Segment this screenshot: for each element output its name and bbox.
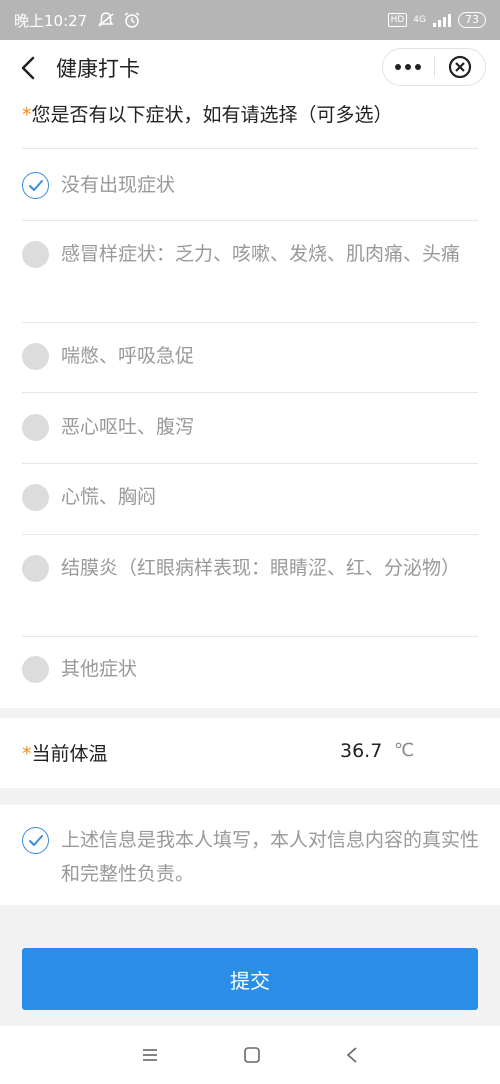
- signal-icon: [433, 14, 451, 27]
- option-conjunctivitis[interactable]: 结膜炎（红眼病样表现：眼睛涩、红、分泌物）: [0, 555, 500, 584]
- option-nausea[interactable]: 恶心呕吐、腹泻: [0, 414, 500, 443]
- more-button[interactable]: [383, 49, 434, 85]
- menu-icon[interactable]: [141, 1048, 159, 1062]
- temperature-input[interactable]: 36.7: [340, 740, 382, 762]
- option-other[interactable]: 其他症状: [0, 656, 500, 685]
- home-square-icon[interactable]: [243, 1046, 261, 1064]
- checkbox-unchecked[interactable]: [22, 343, 49, 370]
- option-label: 感冒样症状：乏力、咳嗽、发烧、肌肉痛、头痛: [61, 243, 461, 265]
- checkbox-checked[interactable]: [22, 172, 49, 199]
- option-no-symptoms[interactable]: 没有出现症状: [0, 172, 500, 201]
- status-time: 晚上10:27: [14, 11, 88, 30]
- back-button[interactable]: [0, 40, 56, 96]
- alarm-icon: [124, 12, 140, 28]
- mini-program-capsule: [382, 48, 486, 86]
- temperature-row: *当前体温 36.7 ℃: [0, 718, 500, 788]
- page-title: 健康打卡: [56, 57, 140, 81]
- option-label: 喘憋、呼吸急促: [61, 345, 195, 367]
- checkbox-unchecked[interactable]: [22, 241, 49, 268]
- mute-bell-icon: [98, 12, 114, 27]
- checkbox-unchecked[interactable]: [22, 555, 49, 582]
- submit-button[interactable]: 提交: [22, 948, 478, 1010]
- more-dots-icon: [395, 64, 422, 70]
- confirmation-row[interactable]: 上述信息是我本人填写，本人对信息内容的真实性和完整性负责。: [0, 805, 500, 905]
- status-bar: 晚上10:27 HD 4G 73: [0, 0, 500, 40]
- temperature-unit: ℃: [394, 740, 415, 761]
- option-label: 没有出现症状: [61, 174, 176, 196]
- chevron-left-icon: [21, 56, 35, 80]
- battery-indicator: 73: [458, 12, 486, 28]
- option-breathing[interactable]: 喘憋、呼吸急促: [0, 343, 500, 372]
- option-label: 结膜炎（红眼病样表现：眼睛涩、红、分泌物）: [61, 557, 461, 579]
- required-mark: *: [22, 104, 32, 126]
- close-button[interactable]: [435, 49, 486, 85]
- check-icon: [28, 179, 43, 191]
- temperature-label: *当前体温: [22, 743, 108, 765]
- confirm-text: 上述信息是我本人填写，本人对信息内容的真实性和完整性负责。: [61, 829, 480, 885]
- checkbox-unchecked[interactable]: [22, 414, 49, 441]
- hd-badge: HD: [387, 13, 408, 27]
- option-palpitation[interactable]: 心慌、胸闷: [0, 484, 500, 513]
- option-cold-symptoms[interactable]: 感冒样症状：乏力、咳嗽、发烧、肌肉痛、头痛: [0, 241, 500, 270]
- question-title: 您是否有以下症状，如有请选择（可多选）: [31, 104, 393, 126]
- checkbox-unchecked[interactable]: [22, 656, 49, 683]
- option-label: 心慌、胸闷: [61, 486, 157, 508]
- option-label: 其他症状: [61, 658, 138, 680]
- check-icon: [28, 834, 43, 846]
- nav-bar: 健康打卡: [0, 40, 500, 96]
- option-label: 恶心呕吐、腹泻: [61, 416, 195, 438]
- system-nav-bar: [0, 1026, 500, 1084]
- confirm-checkbox[interactable]: [22, 827, 49, 854]
- checkbox-unchecked[interactable]: [22, 484, 49, 511]
- symptoms-question: *您是否有以下症状，如有请选择（可多选）: [22, 100, 393, 127]
- close-circle-icon: [448, 55, 471, 79]
- network-label: 4G: [413, 15, 426, 25]
- back-triangle-icon[interactable]: [345, 1046, 359, 1064]
